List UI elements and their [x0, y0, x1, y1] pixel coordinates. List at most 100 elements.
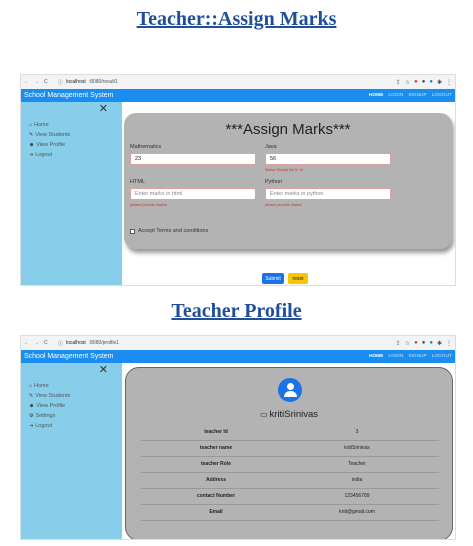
table-row: Email kriti@gmail.com [141, 504, 439, 521]
home-icon: ⌂ [29, 122, 33, 128]
nav-signup[interactable]: SIGNUP [408, 354, 426, 359]
extension-icon[interactable]: ● [422, 79, 426, 86]
extensions: ⇪ ☆ ● ● ● ✱ ⋮ [396, 340, 452, 347]
star-icon[interactable]: ☆ [405, 79, 410, 86]
sidebar-item-logout[interactable]: ⇥ Logout [29, 150, 122, 160]
url-path: :8080/profile1 [88, 340, 120, 346]
reset-button[interactable]: reset [288, 273, 308, 284]
sidebar-item-view-profile[interactable]: ☻ View Profile [29, 140, 122, 150]
logout-icon: ⇥ [29, 423, 34, 429]
back-icon[interactable]: ← [24, 340, 29, 346]
browser-toolbar: ← → C ⓘ localhost:8080/profile1 ⇪ ☆ ● ● … [21, 336, 455, 350]
puzzle-icon[interactable]: ✱ [437, 340, 442, 347]
nav-login[interactable]: LOGIN [388, 354, 403, 359]
python-field: Python Enter marks in python please prov… [265, 179, 391, 207]
profile-card: ▭ kritiSrinivas teacher Id 3 teacher name k… [125, 367, 453, 539]
puzzle-icon[interactable]: ✱ [437, 79, 442, 86]
mathematics-field: Mathematics 23 [130, 144, 256, 165]
address-bar[interactable]: ⓘ localhost:8080/profile1 [58, 340, 396, 347]
sidebar: ✕ ⌂ Home ✎ View Students ☻ View Profile ⇥ Lo… [21, 102, 122, 285]
info-icon: ⓘ [58, 79, 64, 86]
profile-username: ▭ kritiSrinivas [259, 409, 319, 420]
sidebar-item-view-students[interactable]: ✎ View Students [29, 391, 122, 401]
java-field: Java 56 Marks Should Be In 10 [265, 144, 391, 172]
gears-icon: ⚙ [29, 413, 34, 419]
mathematics-input[interactable]: 23 [130, 153, 256, 165]
sidebar-item-settings[interactable]: ⚙ Settings [29, 411, 122, 421]
table-row: teacher Role Teacher [141, 456, 439, 473]
html-input[interactable]: Enter marks in html [130, 188, 256, 200]
assign-marks-screenshot: ← → C ⓘ localhost:8080/result1 ⇪ ☆ ● ● ●… [20, 74, 456, 286]
java-label: Java [265, 144, 277, 150]
html-field: HTML Enter marks in html please provide … [130, 179, 256, 207]
address-bar[interactable]: ⓘ localhost:8080/result1 [58, 79, 396, 86]
java-input[interactable]: 56 [265, 153, 391, 165]
share-icon[interactable]: ⇪ [396, 340, 401, 347]
users-icon: ☻ [29, 142, 35, 148]
reload-icon[interactable]: C [44, 340, 48, 346]
html-error: please provide marks! [130, 203, 168, 207]
extension-icon[interactable]: ● [429, 340, 433, 347]
extension-icon[interactable]: ● [414, 79, 418, 86]
table-row: Address india [141, 472, 439, 489]
table-row: contact Number 123456789 [141, 488, 439, 505]
user-avatar-icon [278, 378, 302, 402]
table-row: teacher name kritiSrinivas [141, 440, 439, 457]
close-icon[interactable]: ✕ [99, 102, 108, 115]
app-navbar: School Management System HOME LOGIN SIGN… [21, 350, 455, 363]
share-icon[interactable]: ⇪ [396, 79, 401, 86]
nav-logout[interactable]: LOGOUT [432, 93, 452, 98]
url-host: localhost [66, 340, 86, 346]
star-icon[interactable]: ☆ [405, 340, 410, 347]
nav-logout[interactable]: LOGOUT [432, 354, 452, 359]
teacher-profile-heading: Teacher Profile [171, 300, 302, 322]
terms-checkbox-row[interactable]: Accept Terms and conditions [130, 228, 208, 234]
extension-icon[interactable]: ● [414, 340, 418, 347]
nav-home[interactable]: HOME [369, 93, 383, 98]
extension-icon[interactable]: ● [429, 79, 433, 86]
close-icon[interactable]: ✕ [99, 363, 108, 376]
url-host: localhost [66, 79, 86, 85]
terms-label: Accept Terms and conditions [138, 228, 209, 234]
profile-table: teacher Id 3 teacher name kritiSrinivas te… [141, 424, 439, 521]
app-navbar: School Management System HOME LOGIN SIGN… [21, 89, 455, 102]
nav-home[interactable]: HOME [369, 354, 383, 359]
forward-icon[interactable]: → [34, 79, 39, 85]
brand-title[interactable]: School Management System [24, 353, 114, 360]
assign-marks-card: ***Assign Marks*** Mathematics 23 Java 5… [124, 113, 452, 249]
reload-icon[interactable]: C [44, 79, 48, 85]
java-error: Marks Should Be In 10 [265, 168, 304, 172]
brand-title[interactable]: School Management System [24, 92, 114, 99]
sidebar: ✕ ⌂ Home ✎ View Students ☻ View Profile ⚙ Se… [21, 363, 122, 539]
users-icon: ☻ [29, 403, 35, 409]
extension-icon[interactable]: ● [422, 340, 426, 347]
sidebar-item-view-students[interactable]: ✎ View Students [29, 130, 122, 140]
python-label: Python [265, 179, 283, 185]
sidebar-item-view-profile[interactable]: ☻ View Profile [29, 401, 122, 411]
pencil-icon: ✎ [29, 132, 34, 138]
assign-marks-heading: Teacher::Assign Marks [136, 8, 337, 30]
url-path: :8080/result1 [88, 79, 118, 85]
back-icon[interactable]: ← [24, 79, 29, 85]
sidebar-item-home[interactable]: ⌂ Home [29, 120, 122, 130]
nav-login[interactable]: LOGIN [388, 93, 403, 98]
sidebar-item-home[interactable]: ⌂ Home [29, 381, 122, 391]
id-card-icon: ▭ [259, 410, 268, 419]
form-title: ***Assign Marks*** [225, 121, 351, 138]
forward-icon[interactable]: → [34, 340, 39, 346]
menu-icon[interactable]: ⋮ [446, 79, 452, 86]
logout-icon: ⇥ [29, 152, 34, 158]
submit-button[interactable]: Submit [262, 273, 284, 284]
python-input[interactable]: Enter marks in python [265, 188, 391, 200]
python-error: please provide marks! [265, 203, 303, 207]
browser-toolbar: ← → C ⓘ localhost:8080/result1 ⇪ ☆ ● ● ●… [21, 75, 455, 89]
mathematics-label: Mathematics [130, 144, 162, 150]
nav-signup[interactable]: SIGNUP [408, 93, 426, 98]
table-row: teacher Id 3 [141, 424, 439, 441]
sidebar-item-logout[interactable]: ⇥ Logout [29, 421, 122, 431]
terms-checkbox[interactable] [130, 228, 135, 234]
home-icon: ⌂ [29, 383, 33, 389]
pencil-icon: ✎ [29, 393, 34, 399]
teacher-profile-screenshot: ← → C ⓘ localhost:8080/profile1 ⇪ ☆ ● ● … [20, 335, 456, 540]
menu-icon[interactable]: ⋮ [446, 340, 452, 347]
